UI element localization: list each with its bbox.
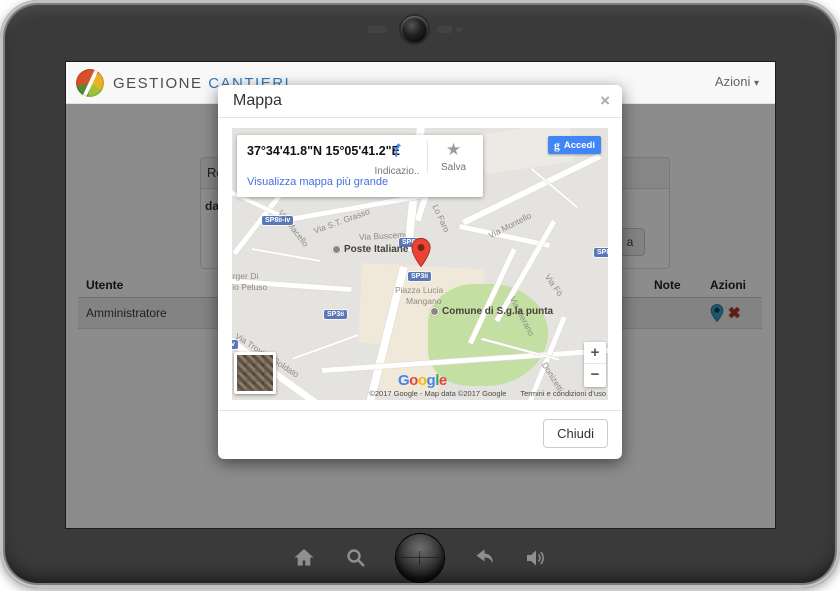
map-road: [292, 334, 358, 360]
close-icon[interactable]: ×: [600, 91, 610, 111]
satellite-preview-image: [237, 355, 273, 391]
modal-footer: Chiudi: [218, 410, 622, 456]
actions-dropdown[interactable]: Azioni ▾: [715, 74, 759, 89]
front-camera: [401, 16, 428, 43]
copyright-text: ©2017 Google - Map data ©2017 Google: [369, 389, 506, 398]
google-logo-letter: o: [418, 372, 427, 389]
google-logo-letter: G: [398, 372, 409, 389]
poi-icon: [332, 245, 341, 254]
brand-primary: GESTIONE: [113, 75, 203, 92]
street-label: urger Di: [232, 271, 258, 281]
directions-fork-icon: [388, 141, 406, 159]
poi-label[interactable]: Comune di S.g.la punta: [430, 306, 553, 317]
save-label: Salva: [428, 162, 479, 173]
directions-label: Indicazio..: [371, 166, 423, 177]
modal-header: Mappa ×: [218, 85, 622, 118]
map-canvas[interactable]: Via MacelloVia S.T. GrassoVia BuscemiLo …: [232, 128, 608, 400]
zoom-in-button[interactable]: +: [584, 342, 606, 364]
google-logo-letter: e: [439, 372, 447, 389]
road-badge: SP8ii-iv: [262, 216, 293, 225]
zoom-out-button[interactable]: −: [584, 364, 606, 386]
device-bottom-nav: [292, 534, 548, 582]
street-label: Mangano: [406, 296, 441, 306]
google-logo: Google: [398, 372, 447, 389]
back-icon[interactable]: [472, 546, 496, 570]
view-larger-map-link[interactable]: Visualizza mappa più grande: [247, 176, 388, 188]
directions-button[interactable]: Indicazio..: [371, 141, 423, 177]
street-label: Piazza Lucia: [395, 285, 443, 295]
map-modal: Mappa × Via MacelloVia S.T. GrassoVia Bu…: [218, 85, 622, 459]
google-g-icon: g: [554, 138, 560, 153]
google-signin-button[interactable]: g Accedi: [548, 136, 601, 154]
street-label: zio Peluso: [232, 282, 267, 292]
google-logo-letter: g: [427, 372, 436, 389]
location-marker-icon[interactable]: [411, 237, 431, 268]
google-logo-letter: o: [409, 372, 418, 389]
star-icon: ★: [446, 140, 461, 159]
home-icon[interactable]: [292, 546, 316, 570]
bezel-marking: [437, 26, 452, 33]
map-road: [252, 248, 321, 262]
chiudi-button[interactable]: Chiudi: [543, 419, 608, 448]
terms-link[interactable]: Termini e condizioni d'uso: [520, 389, 606, 398]
poi-icon: [430, 307, 439, 316]
modal-title: Mappa: [233, 92, 282, 109]
road-badge: 8ii-iv: [232, 340, 238, 349]
road-badge: SP8: [594, 248, 608, 257]
streetview-thumbnail[interactable]: [234, 352, 276, 394]
tablet-frame: GESTIONE CANTIERI Azioni ▾ Re dal a Uten…: [0, 0, 840, 588]
road-badge: SP3ii: [324, 310, 347, 319]
poi-text: Comune di S.g.la punta: [442, 306, 553, 317]
map-attribution: ©2017 Google - Map data ©2017 Google Ter…: [369, 389, 606, 398]
map-zoom-control: + −: [584, 342, 606, 387]
tablet-screen: GESTIONE CANTIERI Azioni ▾ Re dal a Uten…: [66, 62, 775, 528]
actions-label: Azioni: [715, 74, 750, 89]
modal-body: Via MacelloVia S.T. GrassoVia BuscemiLo …: [218, 118, 622, 410]
signin-label: Accedi: [564, 140, 595, 151]
street-label: Via Fò: [543, 272, 565, 298]
app-logo-icon: [76, 69, 104, 97]
trackball-button[interactable]: [396, 534, 444, 582]
bezel-marking: [456, 27, 462, 32]
volume-icon[interactable]: [524, 546, 548, 570]
map-info-card: 37°34'41.8"N 15°05'41.2"E Visualizza map…: [237, 135, 483, 197]
chevron-down-icon: ▾: [754, 78, 759, 89]
poi-text: Poste Italiane: [344, 244, 408, 255]
poi-label[interactable]: Poste Italiane: [332, 244, 408, 255]
search-icon[interactable]: [344, 546, 368, 570]
street-label: Lo Faro: [430, 203, 451, 234]
save-button[interactable]: ★ Salva: [427, 141, 479, 173]
road-badge: SP3ii: [408, 272, 431, 281]
bezel-marking: [368, 26, 386, 33]
